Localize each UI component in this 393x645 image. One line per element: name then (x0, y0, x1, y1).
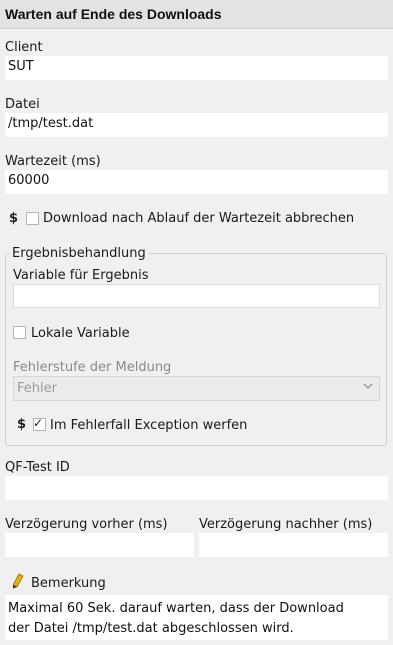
comment-label: Bemerkung (31, 576, 106, 591)
dialog-header: Warten auf Ende des Downloads (0, 0, 393, 29)
client-field[interactable]: SUT (5, 56, 388, 80)
qftest-id-label: QF-Test ID (5, 460, 70, 475)
error-level-value: Fehler (17, 381, 57, 396)
local-variable-checkbox[interactable] (13, 326, 26, 339)
error-level-select[interactable]: Fehler (13, 376, 380, 401)
dialog-title: Warten auf Ende des Downloads (5, 6, 222, 22)
chevron-down-icon (363, 383, 373, 390)
local-variable-label[interactable]: Lokale Variable (31, 326, 130, 341)
check-icon: ✓ (33, 416, 44, 430)
error-level-label: Fehlerstufe der Meldung (13, 360, 172, 375)
abort-checkbox-label[interactable]: Download nach Ablauf der Wartezeit abbre… (43, 211, 354, 226)
qftest-id-field[interactable] (5, 476, 388, 500)
result-variable-field[interactable] (13, 284, 380, 308)
exception-checkbox-label[interactable]: Im Fehlerfall Exception werfen (50, 418, 247, 433)
comment-textarea[interactable]: Maximal 60 Sek. darauf warten, dass der … (5, 595, 388, 640)
delay-after-label: Verzögerung nachher (ms) (199, 517, 373, 532)
comment-line-1: Maximal 60 Sek. darauf warten, dass der … (8, 601, 344, 616)
abort-checkbox[interactable] (26, 212, 39, 225)
timeout-label: Wartezeit (ms) (5, 154, 101, 169)
exception-checkbox[interactable]: ✓ (33, 416, 46, 431)
client-label: Client (5, 40, 43, 55)
abort-variable-marker: $ (9, 211, 19, 226)
file-field[interactable]: /tmp/test.dat (5, 113, 388, 137)
result-variable-label: Variable für Ergebnis (13, 268, 149, 283)
result-handling-title: Ergebnisbehandlung (10, 246, 148, 261)
exception-variable-marker: $ (17, 417, 27, 432)
delay-before-label: Verzögerung vorher (ms) (5, 517, 168, 532)
delay-before-field[interactable] (5, 533, 194, 557)
timeout-field[interactable]: 60000 (5, 170, 388, 194)
delay-after-field[interactable] (199, 533, 388, 557)
pencil-icon[interactable] (9, 573, 25, 589)
comment-line-2: der Datei /tmp/test.dat abgeschlossen wi… (8, 621, 294, 636)
file-label: Datei (5, 97, 40, 112)
